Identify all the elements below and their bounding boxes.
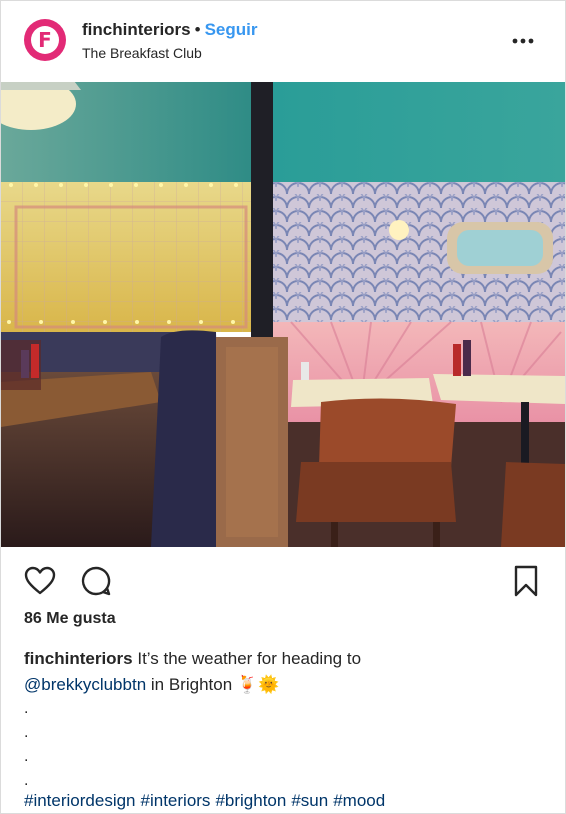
avatar[interactable]: F [24, 19, 66, 61]
post-caption: finchinteriors It’s the weather for head… [24, 646, 544, 698]
caption-dot: . [24, 772, 29, 789]
bookmark-icon[interactable] [508, 563, 544, 599]
follow-button[interactable]: Seguir [205, 20, 258, 39]
caption-dot: . [24, 724, 29, 741]
hashtag-link[interactable]: #interiordesign [24, 791, 136, 810]
caption-mention[interactable]: @brekkyclubbtn [24, 675, 146, 694]
hashtag-link[interactable]: #brighton [215, 791, 286, 810]
likes-count[interactable]: 86 Me gusta [24, 610, 116, 628]
hashtag-link[interactable]: #mood [333, 791, 385, 810]
user-line: finchinteriors • Seguir [82, 19, 257, 41]
heart-icon[interactable] [22, 563, 58, 599]
more-horizontal-icon[interactable] [509, 31, 537, 51]
caption-username[interactable]: finchinteriors [24, 649, 133, 668]
separator-dot: • [194, 20, 201, 39]
post-photo[interactable] [1, 82, 565, 547]
comment-icon[interactable] [78, 563, 114, 599]
hashtag-link[interactable]: #sun [291, 791, 328, 810]
caption-emoji: 🍹🌞 [236, 675, 280, 694]
avatar-logo: F [31, 26, 59, 54]
caption-dot: . [24, 700, 29, 717]
hashtag-link[interactable]: #interiors [141, 791, 211, 810]
caption-text-part1: It’s the weather for heading to [137, 649, 362, 668]
location-link[interactable]: The Breakfast Club [82, 45, 202, 61]
username[interactable]: finchinteriors [82, 20, 191, 39]
post-actions [1, 559, 565, 603]
post-header: F finchinteriors • Seguir The Breakfast Cl… [1, 1, 565, 81]
instagram-post: F finchinteriors • Seguir The Breakfast Cl… [0, 0, 566, 814]
caption-text-part2: in Brighton [150, 675, 233, 694]
caption-dot: . [24, 748, 29, 765]
hashtags: #interiordesign #interiors #brighton #sun #m… [24, 791, 390, 811]
